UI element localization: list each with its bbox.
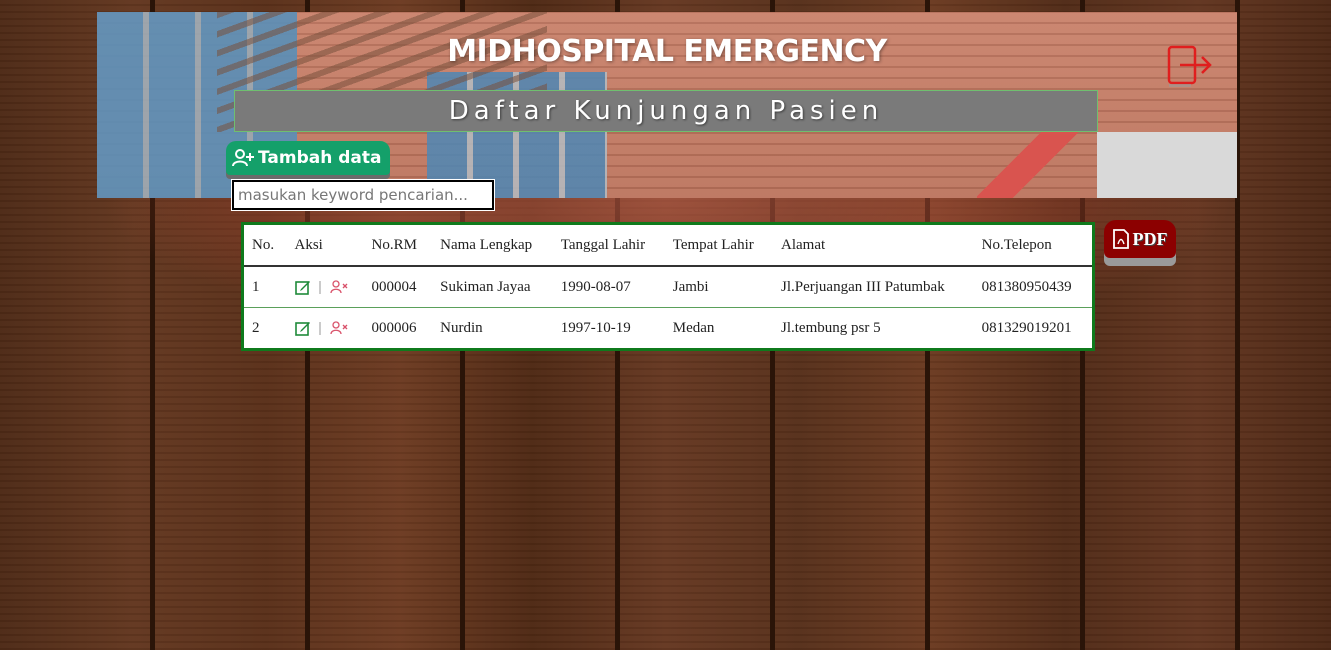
app-title: MIDHOSPITAL EMERGENCY (447, 34, 887, 69)
cell-aksi: | (287, 266, 364, 308)
cell-telepon: 081380950439 (981, 278, 1072, 295)
col-alamat: Alamat (773, 225, 974, 267)
col-tgl-lahir: Tanggal Lahir (552, 225, 665, 267)
cell-aksi: | (286, 307, 364, 348)
cell-nama: Nurdin (432, 307, 553, 348)
user-x-icon[interactable] (329, 280, 348, 294)
cell-nama: Sukiman Jayaa (440, 278, 531, 295)
page-title: Daftar Kunjungan Pasien (234, 90, 1098, 132)
action-separator: | (318, 278, 322, 295)
user-plus-icon (232, 149, 254, 167)
cell-rm: 000004 (371, 278, 417, 295)
cell-alamat: Jl.Perjuangan III Patumbak (781, 278, 945, 295)
table-row: 1 | 000004 Sukiman Jayaa 1990-08-07 Jamb… (244, 266, 1092, 308)
col-nama: Nama Lengkap (432, 225, 553, 267)
cell-no: 1 (252, 278, 260, 295)
cell-rm: 000006 (363, 307, 433, 348)
logout-icon (1167, 45, 1212, 87)
col-rm: No.RM (363, 225, 433, 267)
col-aksi: Aksi (286, 225, 364, 267)
table-header-row: No. Aksi No.RM Nama Lengkap Tanggal Lahi… (244, 225, 1092, 267)
search-input[interactable] (231, 179, 495, 211)
logout-button[interactable] (1166, 44, 1214, 88)
add-data-label: Tambah data (258, 148, 382, 168)
edit-icon[interactable] (294, 320, 311, 336)
action-separator: | (318, 319, 322, 336)
cell-tgl-lahir: 1990-08-07 (560, 278, 631, 295)
cell-tempat-lahir: Medan (664, 307, 773, 348)
cell-tgl-lahir: 1997-10-19 (552, 307, 665, 348)
patient-table: No. Aksi No.RM Nama Lengkap Tanggal Lahi… (241, 222, 1095, 351)
pdf-label: PDF (1132, 228, 1168, 249)
col-telepon: No.Telepon (973, 225, 1092, 267)
file-pdf-icon (1112, 229, 1129, 249)
col-no: No. (244, 225, 287, 267)
table-row: 2 | 000006 Nurdin 1997-10-19 Medan Jl.te… (244, 307, 1092, 348)
add-data-button[interactable]: Tambah data (226, 141, 390, 175)
col-tempat-lahir: Tempat Lahir (664, 225, 773, 267)
export-pdf-button[interactable]: PDF (1104, 220, 1176, 258)
user-x-icon[interactable] (329, 321, 348, 335)
cell-no: 2 (244, 307, 287, 348)
cell-telepon: 081329019201 (973, 307, 1092, 348)
edit-icon[interactable] (294, 279, 311, 295)
cell-alamat: Jl.tembung psr 5 (773, 307, 974, 348)
cell-tempat-lahir: Jambi (672, 278, 709, 295)
